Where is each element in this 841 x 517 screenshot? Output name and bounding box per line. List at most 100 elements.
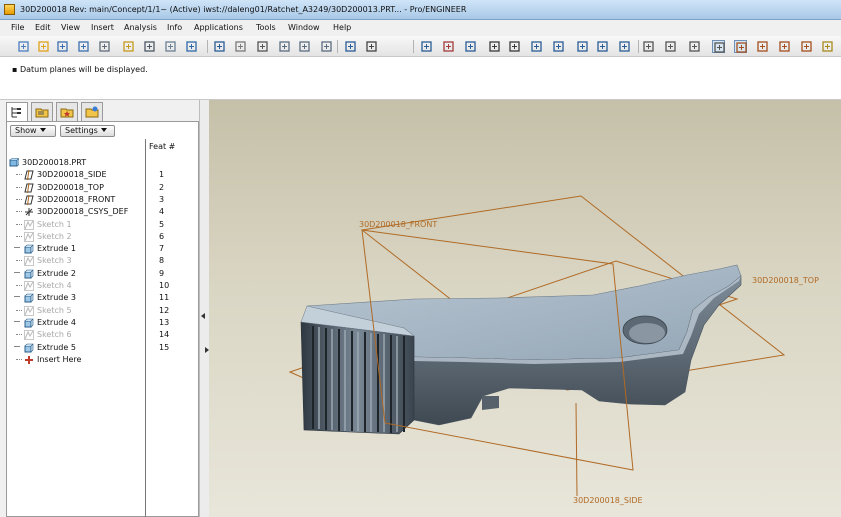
model-tree-icon[interactable] [344,40,357,53]
expand-toggle-icon[interactable] [14,247,20,249]
tree-item-feat-number: 2 [159,182,165,192]
menu-applications[interactable]: Applications [194,23,243,32]
menu-window[interactable]: Window [288,23,320,32]
datum-label-side[interactable]: 30D200018_SIDE [573,496,643,505]
sketch-icon [24,281,34,291]
tree-guide-line [16,334,22,336]
datum-planes-icon[interactable] [734,40,747,53]
save-icon[interactable] [56,40,69,53]
tree-item-feat-number: 4 [159,207,165,217]
expand-toggle-icon[interactable] [14,296,20,298]
layers-view-icon[interactable] [596,40,609,53]
tree-item-label: Sketch 3 [37,256,72,266]
tree-item[interactable]: Extrude 3 11 [7,292,193,304]
wireframe-icon[interactable] [642,40,655,53]
tree-item[interactable]: 30D200018.PRT [7,157,193,169]
new-icon[interactable] [17,40,30,53]
show-dropdown-button[interactable]: Show [10,125,56,137]
expand-toggle-icon[interactable] [14,271,20,273]
datum-label-top[interactable]: 30D200018_TOP [752,276,819,285]
layers-icon[interactable] [365,40,378,53]
tree-item[interactable]: 30D200018_SIDE 1 [7,169,193,181]
expand-toggle-icon[interactable] [14,320,20,322]
saved-views-icon[interactable] [576,40,589,53]
tree-item[interactable]: Extrude 5 15 [7,342,193,354]
tree-guide-line [16,211,22,213]
zoom-in-icon[interactable] [488,40,501,53]
tree-item-label: Sketch 4 [37,281,72,290]
menu-insert[interactable]: Insert [91,23,114,32]
annotations-icon[interactable] [821,40,834,53]
tree-item[interactable]: Sketch 5 12 [7,305,193,317]
tree-item-label: Extrude 3 [37,293,76,303]
paste-icon[interactable] [298,40,311,53]
regenerate-icon[interactable] [122,40,135,53]
tree-item[interactable]: Extrude 4 13 [7,317,193,329]
window-title: 30D200018 Rev: main/Concept/1/1~ (Active… [20,5,467,14]
refit-icon[interactable] [530,40,543,53]
graphics-window[interactable]: 30D200018_FRONT 30D200018_TOP 30D200018_… [209,100,841,517]
copy-icon[interactable] [278,40,291,53]
tree-item[interactable]: Sketch 6 14 [7,329,193,341]
zoom-out-icon[interactable] [508,40,521,53]
menu-file[interactable]: File [11,23,24,32]
select-box-icon[interactable] [420,40,433,53]
cut-icon[interactable] [256,40,269,53]
collapse-left-icon[interactable] [201,313,205,319]
no-hidden-icon[interactable] [688,40,701,53]
favorites-tab-icon[interactable] [56,102,78,121]
datum-label-front[interactable]: 30D200018_FRONT [359,220,437,229]
tree-item-feat-number: 12 [159,305,170,315]
tree-item-label: 30D200018_CSYS_DEF [37,207,129,217]
erase-icon[interactable] [98,40,111,53]
menu-tools[interactable]: Tools [256,23,276,32]
tree-item[interactable]: Sketch 1 5 [7,219,193,231]
tree-item-feat-number: 5 [159,219,165,229]
tree-item[interactable]: 30D200018_FRONT 3 [7,194,193,206]
undo-icon[interactable] [213,40,226,53]
tree-item[interactable]: Insert Here [7,354,193,366]
menu-view[interactable]: View [61,23,80,32]
csys-icon[interactable] [800,40,813,53]
send-icon[interactable] [185,40,198,53]
tree-item[interactable]: Sketch 2 6 [7,231,193,243]
tree-item[interactable]: 30D200018_CSYS_DEF 4 [7,206,193,218]
reorient-icon[interactable] [552,40,565,53]
menu-help[interactable]: Help [333,23,351,32]
named-views-icon[interactable] [464,40,477,53]
menu-analysis[interactable]: Analysis [124,23,157,32]
tree-item[interactable]: Sketch 4 10 [7,280,193,292]
panel-sash[interactable] [200,100,209,517]
model-render[interactable] [209,100,841,517]
tree-item-label: Sketch 1 [37,219,72,229]
feat-column-header[interactable]: Feat # [149,142,175,151]
connections-tab-icon[interactable] [81,102,103,121]
tree-item[interactable]: Extrude 1 7 [7,243,193,255]
paste-special-icon[interactable] [320,40,333,53]
model-tree-tab-icon[interactable] [6,102,28,122]
save-copy-icon[interactable] [77,40,90,53]
tree-item[interactable]: Extrude 2 9 [7,268,193,280]
hidden-line-icon[interactable] [664,40,677,53]
tree-item[interactable]: 30D200018_TOP 2 [7,182,193,194]
tree-item-label: Sketch 5 [37,305,72,315]
tree-guide-line [16,186,22,188]
datum-points-icon[interactable] [778,40,791,53]
expand-toggle-icon[interactable] [14,345,20,347]
display-style-icon[interactable] [618,40,631,53]
tree-guide-line [16,309,22,311]
datum-axes-icon[interactable] [756,40,769,53]
menu-info[interactable]: Info [167,23,182,32]
email-icon[interactable] [164,40,177,53]
folder-browser-tab-icon[interactable] [31,102,53,121]
sketch-icon [24,231,34,242]
print-icon[interactable] [143,40,156,53]
shading-icon[interactable] [712,40,725,53]
open-icon[interactable] [37,40,50,53]
tree-item[interactable]: Sketch 3 8 [7,255,193,267]
menu-edit[interactable]: Edit [35,23,51,32]
spin-center-icon[interactable] [442,40,455,53]
ratchet-part[interactable] [300,264,742,435]
settings-dropdown-button[interactable]: Settings [60,125,115,137]
redo-icon[interactable] [234,40,247,53]
